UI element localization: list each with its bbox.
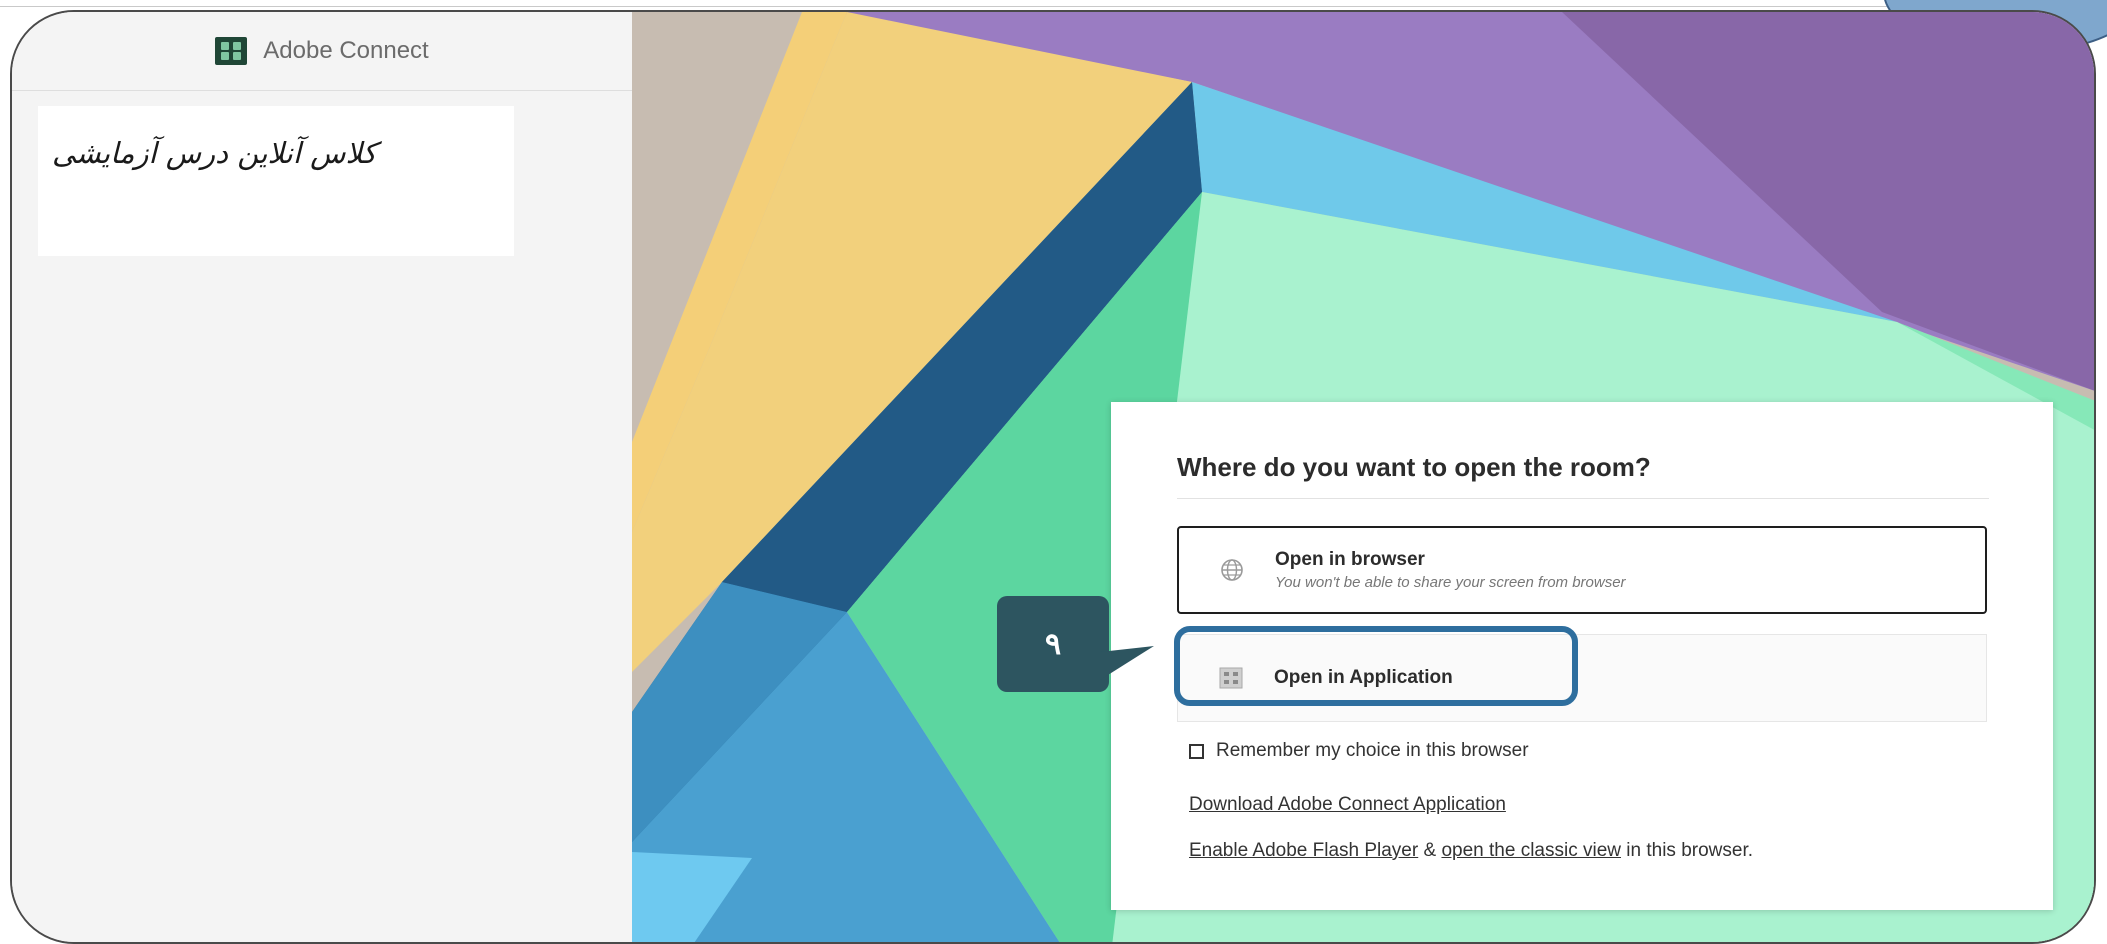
top-divider: [0, 6, 2107, 7]
dialog-divider: [1177, 498, 1989, 499]
left-panel: Adobe Connect کلاس آنلاین درس آزمایشی: [12, 12, 633, 942]
app-name: Adobe Connect: [263, 37, 429, 64]
download-app-link[interactable]: Download Adobe Connect Application: [1189, 794, 1506, 816]
step-highlight-frame: [1174, 626, 1578, 706]
open-in-browser-option[interactable]: Open in browser You won't be able to sha…: [1177, 526, 1987, 614]
classic-view-link[interactable]: open the classic view: [1441, 840, 1621, 861]
flash-line: Enable Adobe Flash Player & open the cla…: [1189, 840, 1753, 862]
step-number-callout: ۹: [997, 596, 1109, 692]
course-title: کلاس آنلاین درس آزمایشی: [52, 136, 377, 170]
remember-checkbox[interactable]: [1189, 743, 1204, 759]
option-subtitle: You won't be able to share your screen f…: [1275, 574, 1626, 591]
step-number: ۹: [1044, 627, 1062, 661]
option-label: Open in browser: [1275, 549, 1425, 570]
dialog-title: Where do you want to open the room?: [1177, 452, 1651, 482]
app-header: Adobe Connect: [12, 12, 632, 91]
remember-label: Remember my choice in this browser: [1216, 740, 1529, 761]
enable-flash-link[interactable]: Enable Adobe Flash Player: [1189, 840, 1418, 861]
flash-suffix: in this browser.: [1621, 840, 1753, 861]
callout-pointer: [1100, 646, 1154, 680]
globe-icon: [1219, 557, 1245, 583]
adobe-connect-logo-icon: [215, 37, 248, 65]
flash-ampersand: &: [1418, 840, 1442, 861]
remember-choice[interactable]: Remember my choice in this browser: [1189, 740, 1529, 762]
course-card: کلاس آنلاین درس آزمایشی: [38, 106, 514, 256]
